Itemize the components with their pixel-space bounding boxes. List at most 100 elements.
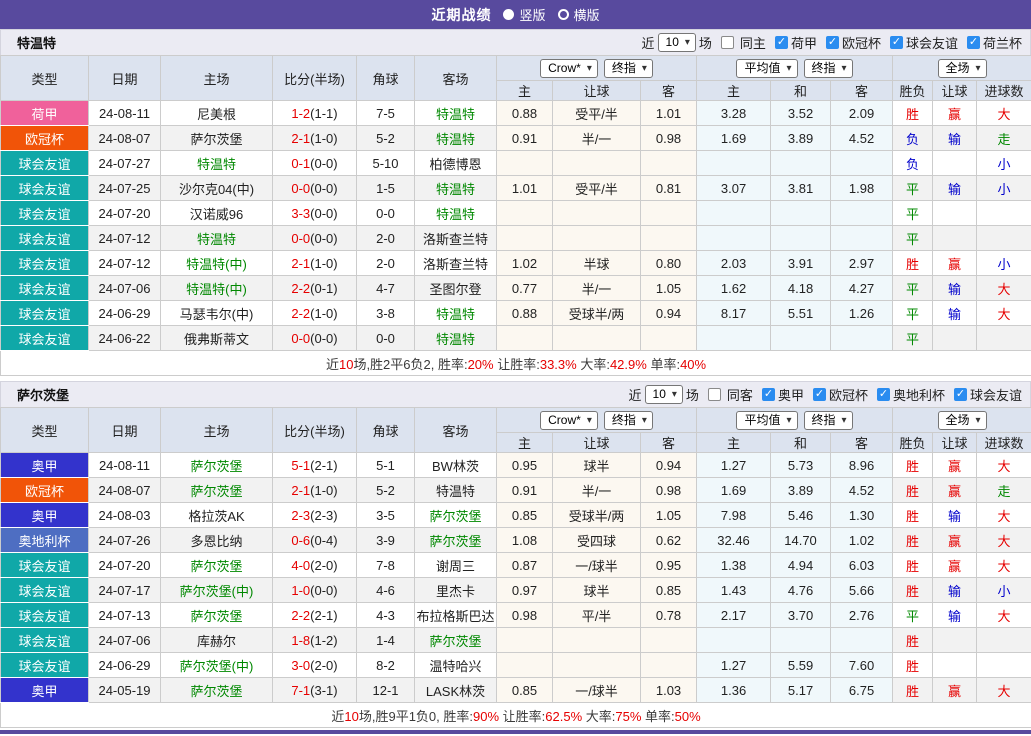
average-select[interactable]: 平均值▾ bbox=[736, 411, 797, 430]
same-venue-checkbox[interactable] bbox=[708, 388, 721, 401]
column-header: 日期 bbox=[89, 56, 161, 101]
average-odds-value: 4.52 bbox=[831, 126, 893, 151]
odds-value bbox=[497, 653, 553, 678]
away-team: 特温特 bbox=[415, 201, 497, 226]
league-checkbox[interactable]: ✓ bbox=[826, 36, 839, 49]
score: 0-6(0-4) bbox=[273, 528, 357, 553]
match-count-select[interactable]: 10▾ bbox=[645, 385, 683, 404]
league-label: 欧冠杯 bbox=[842, 33, 881, 52]
chevron-down-icon: ▾ bbox=[787, 61, 792, 76]
result-flag: 胜 bbox=[893, 653, 933, 678]
average-odds-value: 6.75 bbox=[831, 678, 893, 703]
corner-count: 7-8 bbox=[357, 553, 415, 578]
league-checkbox[interactable]: ✓ bbox=[877, 388, 890, 401]
view-option-vertical[interactable]: 竖版 bbox=[503, 5, 545, 24]
odds-stage-select[interactable]: 终指▾ bbox=[604, 59, 653, 78]
result-flag: 赢 bbox=[933, 478, 977, 503]
league-checkbox[interactable]: ✓ bbox=[954, 388, 967, 401]
average-group-header: 平均值▾ 终指▾ bbox=[697, 408, 893, 433]
average-stage-select[interactable]: 终指▾ bbox=[804, 411, 853, 430]
average-odds-value: 2.97 bbox=[831, 251, 893, 276]
bookmaker-select[interactable]: Crow*▾ bbox=[540, 411, 598, 430]
result-flag: 平 bbox=[893, 326, 933, 351]
view-option-horizontal[interactable]: 横版 bbox=[558, 5, 600, 24]
sub-column-header: 胜负 bbox=[893, 433, 933, 453]
sub-column-header: 让球 bbox=[933, 81, 977, 101]
scope-select[interactable]: 全场▾ bbox=[938, 59, 987, 78]
result-flag bbox=[933, 201, 977, 226]
result-flag: 赢 bbox=[933, 101, 977, 126]
odds-value: 球半 bbox=[553, 453, 641, 478]
average-odds-value: 4.27 bbox=[831, 276, 893, 301]
average-odds-value: 1.38 bbox=[697, 553, 771, 578]
page: 近期战绩 竖版 横版 特温特近10▾场同主✓荷甲✓欧冠杯✓球会友谊✓荷兰杯类型日… bbox=[0, 0, 1031, 734]
odds-value bbox=[497, 326, 553, 351]
odds-value: 1.01 bbox=[497, 176, 553, 201]
average-odds-value bbox=[831, 151, 893, 176]
odds-value: 0.98 bbox=[641, 478, 697, 503]
score: 1-0(0-0) bbox=[273, 578, 357, 603]
home-team: 萨尔茨堡 bbox=[161, 126, 273, 151]
sub-column-header: 客 bbox=[831, 433, 893, 453]
competition-badge: 球会友谊 bbox=[1, 301, 89, 326]
home-team: 俄弗斯蒂文 bbox=[161, 326, 273, 351]
result-flag bbox=[977, 653, 1031, 678]
match-row: 球会友谊24-06-29萨尔茨堡(中)3-0(2-0)8-2温特哈兴1.275.… bbox=[1, 653, 1031, 678]
average-odds-value: 1.26 bbox=[831, 301, 893, 326]
result-flag: 大 bbox=[977, 528, 1031, 553]
competition-badge: 奥甲 bbox=[1, 678, 89, 703]
select-value: 平均值 bbox=[744, 413, 780, 428]
average-odds-value bbox=[771, 628, 831, 653]
odds-value bbox=[497, 226, 553, 251]
score: 0-0(0-0) bbox=[273, 176, 357, 201]
average-odds-value: 3.81 bbox=[771, 176, 831, 201]
score: 2-2(0-1) bbox=[273, 276, 357, 301]
bookmaker-select[interactable]: Crow*▾ bbox=[540, 59, 598, 78]
odds-stage-select[interactable]: 终指▾ bbox=[604, 411, 653, 430]
away-team: 里杰卡 bbox=[415, 578, 497, 603]
odds-value: 一/球半 bbox=[553, 553, 641, 578]
league-label: 奥甲 bbox=[778, 385, 804, 404]
match-row: 球会友谊24-07-27特温特0-1(0-0)5-10柏德博恩负小 bbox=[1, 151, 1031, 176]
column-header: 客场 bbox=[415, 56, 497, 101]
corner-count: 3-9 bbox=[357, 528, 415, 553]
league-checkbox[interactable]: ✓ bbox=[813, 388, 826, 401]
away-team: 洛斯查兰特 bbox=[415, 251, 497, 276]
average-stage-select[interactable]: 终指▾ bbox=[804, 59, 853, 78]
home-team: 特温特(中) bbox=[161, 251, 273, 276]
match-count-select[interactable]: 10▾ bbox=[658, 33, 696, 52]
select-value: 全场 bbox=[946, 413, 970, 428]
scope-select[interactable]: 全场▾ bbox=[938, 411, 987, 430]
match-row: 欧冠杯24-08-07萨尔茨堡2-1(1-0)5-2特温特0.91半/一0.98… bbox=[1, 126, 1031, 151]
average-odds-value: 1.62 bbox=[697, 276, 771, 301]
odds-value: 0.81 bbox=[641, 176, 697, 201]
match-date: 24-07-12 bbox=[89, 226, 161, 251]
league-checkbox[interactable]: ✓ bbox=[967, 36, 980, 49]
match-row: 球会友谊24-07-17萨尔茨堡(中)1-0(0-0)4-6里杰卡0.97球半0… bbox=[1, 578, 1031, 603]
away-team: 特温特 bbox=[415, 326, 497, 351]
odds-value: 1.05 bbox=[641, 503, 697, 528]
home-team: 汉诺威96 bbox=[161, 201, 273, 226]
average-select[interactable]: 平均值▾ bbox=[736, 59, 797, 78]
league-checkbox[interactable]: ✓ bbox=[890, 36, 903, 49]
odds-value: 0.95 bbox=[497, 453, 553, 478]
odds-value: 1.03 bbox=[641, 678, 697, 703]
corner-count: 7-5 bbox=[357, 101, 415, 126]
corner-count: 2-0 bbox=[357, 251, 415, 276]
league-checkbox[interactable]: ✓ bbox=[762, 388, 775, 401]
home-team: 萨尔茨堡 bbox=[161, 553, 273, 578]
match-row: 球会友谊24-07-06特温特(中)2-2(0-1)4-7圣图尔登0.77半/一… bbox=[1, 276, 1031, 301]
sub-column-header: 和 bbox=[771, 81, 831, 101]
league-checkbox[interactable]: ✓ bbox=[775, 36, 788, 49]
filter-prefix-label: 近 bbox=[642, 33, 655, 52]
result-flag: 胜 bbox=[893, 453, 933, 478]
odds-value: 半/一 bbox=[553, 126, 641, 151]
odds-value: 0.62 bbox=[641, 528, 697, 553]
result-flag: 胜 bbox=[893, 478, 933, 503]
select-value: Crow* bbox=[548, 61, 581, 76]
match-date: 24-07-25 bbox=[89, 176, 161, 201]
result-flag: 胜 bbox=[893, 101, 933, 126]
average-odds-value: 4.76 bbox=[771, 578, 831, 603]
same-venue-checkbox[interactable] bbox=[721, 36, 734, 49]
odds-value: 1.08 bbox=[497, 528, 553, 553]
